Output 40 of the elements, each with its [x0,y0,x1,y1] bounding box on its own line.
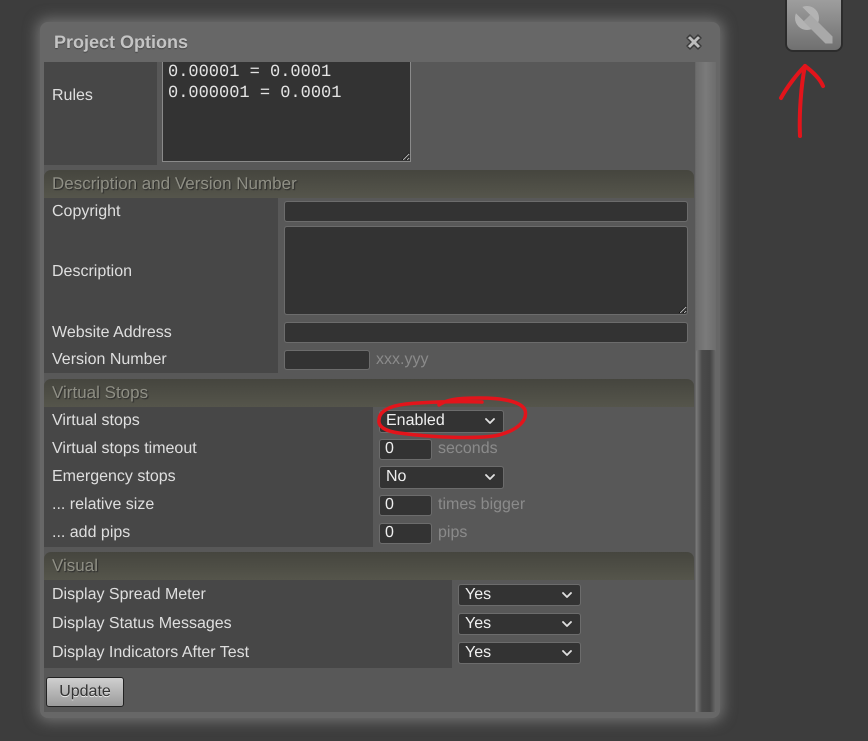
text-area[interactable] [284,226,688,315]
scrollbar-thumb[interactable] [696,350,716,712]
dropdown[interactable]: Yes [458,612,581,635]
text-area[interactable]: 0.00001 = 0.0001 0.000001 = 0.0001 [162,62,411,162]
section-header: Virtual Stops [44,379,694,407]
wrench-icon [794,5,834,45]
number-field[interactable]: 0 [379,522,432,544]
dialog-title: Project Options [54,30,188,54]
dropdown[interactable]: Enabled [379,410,504,432]
field-label: Description [44,225,278,319]
chevron-icon [485,474,495,480]
field-label: Emergency stops [44,463,373,491]
section-header: Description and Version Number [44,170,694,198]
field-label: Display Status Messages [44,609,452,639]
close-icon[interactable] [684,32,704,52]
dropdown[interactable]: Yes [458,642,581,664]
field-label: ... relative size [44,491,373,519]
text-field[interactable] [284,201,688,222]
field-label: Version Number [44,346,278,373]
wrench-button[interactable] [785,0,843,52]
field-label: ... add pips [44,519,373,547]
number-field[interactable]: 0 [379,494,432,516]
field-label: Copyright [44,198,278,225]
field-label: Website Address [44,319,278,346]
field-label: Virtual stops timeout [44,435,373,463]
update-button[interactable]: Update [46,676,124,707]
text-field[interactable] [284,350,370,370]
text-field[interactable] [284,322,688,343]
field-label: Display Spread Meter [44,580,452,610]
field-label: Rules [44,62,157,165]
section-header: Visual [44,552,694,580]
chevron-icon [485,418,495,424]
chevron-icon [562,592,572,598]
chevron-icon [562,620,572,627]
chevron-icon [562,650,572,656]
dropdown[interactable]: Yes [458,584,581,606]
field-label: Virtual stops [44,407,373,435]
number-field[interactable]: 0 [379,438,432,460]
field-label: Display Indicators After Test [44,638,452,668]
dropdown[interactable]: No [379,466,504,488]
